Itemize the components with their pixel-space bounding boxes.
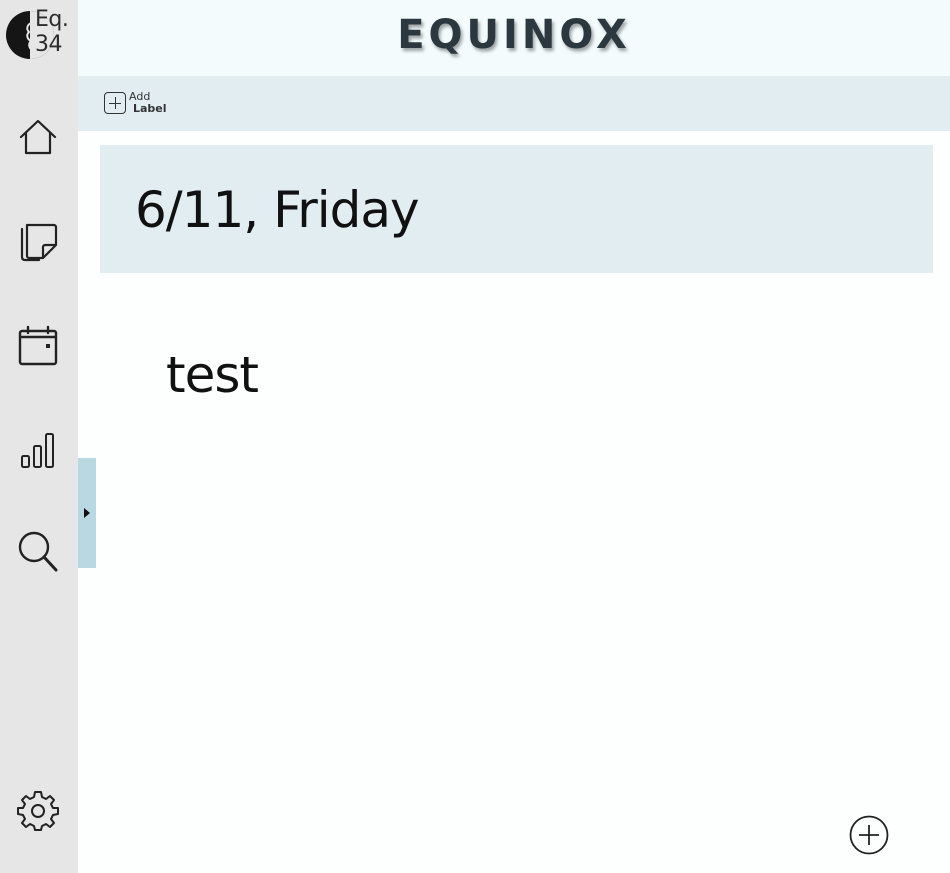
search-icon bbox=[18, 531, 58, 572]
add-label-text: Add Label bbox=[129, 91, 167, 115]
logo-text-line2: 34 bbox=[35, 32, 63, 57]
app-title: EQUINOX bbox=[397, 12, 631, 58]
sidebar-item-calendar[interactable] bbox=[14, 321, 62, 369]
add-entry-button[interactable] bbox=[849, 815, 889, 855]
sidebar: Eq. 34 bbox=[0, 0, 78, 873]
app-root: Eq. 34 EQUINOX Add Label 6/11, Friday te… bbox=[0, 0, 950, 873]
sidebar-item-home[interactable] bbox=[14, 113, 62, 161]
entry-body-text[interactable]: test bbox=[166, 346, 259, 404]
stats-icon bbox=[21, 433, 54, 468]
settings-button[interactable] bbox=[14, 786, 62, 834]
calendar-icon bbox=[18, 325, 58, 366]
label-toolbar: Add Label bbox=[78, 76, 950, 131]
home-icon bbox=[19, 119, 57, 155]
add-label-line2: Label bbox=[133, 102, 167, 115]
notes-icon bbox=[20, 223, 58, 262]
gear-icon bbox=[17, 791, 59, 831]
logo-text: Eq. 34 bbox=[35, 7, 69, 57]
plus-square-icon bbox=[104, 92, 126, 114]
entry-date-banner: 6/11, Friday bbox=[100, 145, 933, 273]
add-label-button[interactable]: Add Label bbox=[104, 91, 167, 115]
sidebar-item-search[interactable] bbox=[14, 527, 62, 575]
app-header: EQUINOX bbox=[78, 0, 950, 76]
caret-right-icon bbox=[84, 508, 90, 518]
logo-text-line1: Eq. bbox=[35, 7, 69, 32]
plus-circle-icon bbox=[849, 815, 889, 855]
sidebar-item-stats[interactable] bbox=[14, 425, 62, 473]
entry-date-title: 6/11, Friday bbox=[135, 181, 420, 239]
sidebar-item-notes[interactable] bbox=[14, 217, 62, 265]
app-logo[interactable]: Eq. 34 bbox=[4, 6, 74, 66]
sidebar-expand-toggle[interactable] bbox=[78, 458, 96, 568]
